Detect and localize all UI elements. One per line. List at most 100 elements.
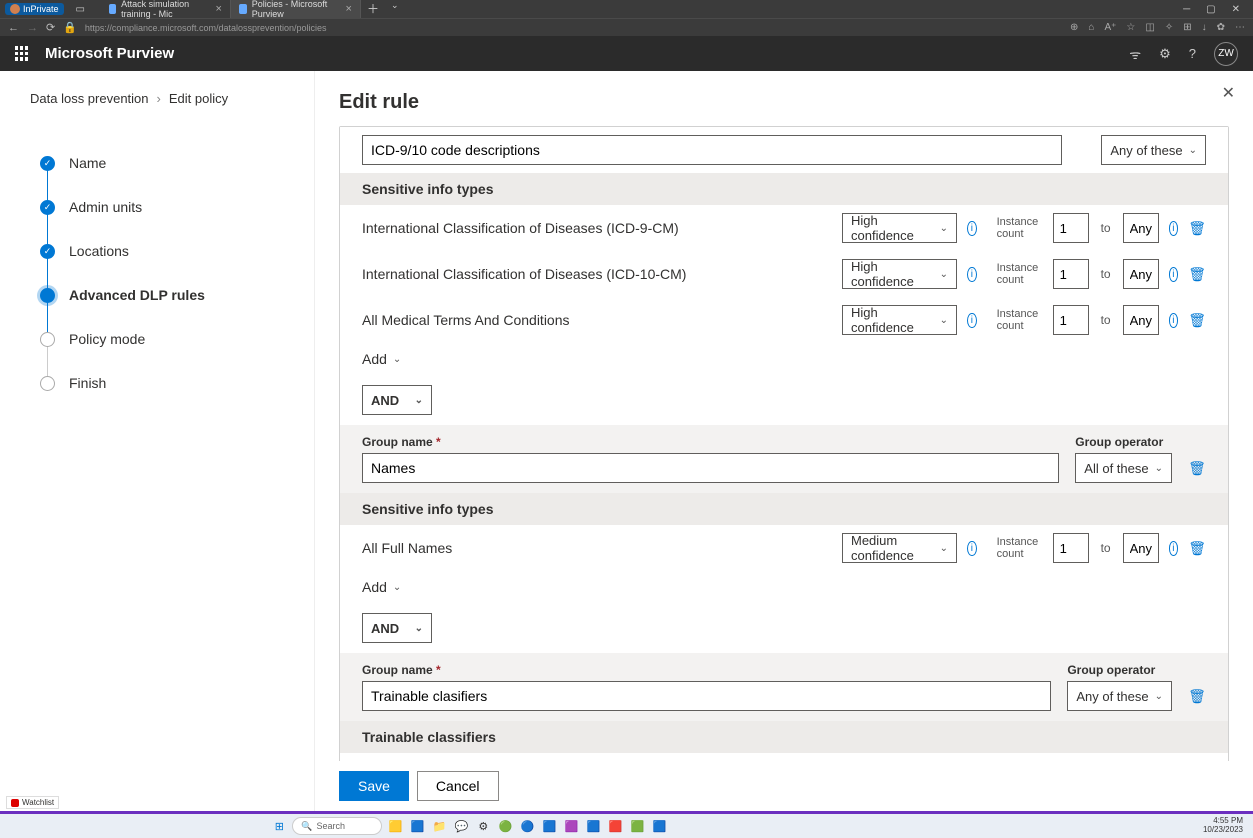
back-icon[interactable]: ← — [8, 22, 19, 34]
delete-group-icon[interactable]: 🗑 — [1188, 460, 1206, 477]
group-operator-dropdown[interactable]: Any of these⌄ — [1101, 135, 1206, 165]
instance-from-input[interactable] — [1053, 259, 1089, 289]
step-advanced-dlp-rules[interactable]: Advanced DLP rules — [40, 273, 284, 317]
help-icon[interactable]: ? — [1189, 46, 1196, 61]
info-icon[interactable]: i — [1169, 313, 1179, 328]
start-icon[interactable]: ⊞ — [270, 817, 288, 835]
step-admin-units[interactable]: Admin units — [40, 185, 284, 229]
edge-icon[interactable]: 🟢 — [496, 817, 514, 835]
hub-icon[interactable]: ✿ — [1217, 22, 1225, 33]
maximize-icon[interactable]: ▢ — [1198, 4, 1223, 15]
tab-switcher-icon[interactable]: ▭ — [70, 4, 91, 15]
delete-group-icon[interactable]: 🗑 — [1188, 688, 1206, 705]
delete-icon[interactable]: 🗑 — [1188, 540, 1206, 557]
outlook-icon[interactable]: 🟦 — [540, 817, 558, 835]
logic-operator-dropdown[interactable]: AND⌄ — [362, 385, 432, 415]
sit-name: All Full Names — [362, 540, 832, 556]
app-icon[interactable]: 🟦 — [408, 817, 426, 835]
info-icon[interactable]: i — [967, 267, 977, 282]
breadcrumb-item[interactable]: Data loss prevention — [30, 91, 149, 106]
watchlist-widget[interactable]: Watchlist — [6, 796, 59, 809]
instance-to-input[interactable] — [1123, 213, 1159, 243]
settings-icon[interactable]: ⚙ — [1159, 46, 1171, 62]
delete-icon[interactable]: 🗑 — [1188, 312, 1206, 329]
confidence-dropdown[interactable]: Medium confidence⌄ — [842, 533, 957, 563]
browser-tab[interactable]: Attack simulation training - Mic × — [101, 0, 231, 18]
word-icon[interactable]: 🟦 — [584, 817, 602, 835]
refresh-icon[interactable]: ⟳ — [46, 21, 55, 34]
excel-icon[interactable]: 🟩 — [628, 817, 646, 835]
app-icon[interactable]: 🟥 — [606, 817, 624, 835]
product-title: Microsoft Purview — [45, 45, 174, 62]
news-icon[interactable]: 🟨 — [386, 817, 404, 835]
save-button[interactable]: Save — [339, 771, 409, 801]
step-name[interactable]: Name — [40, 141, 284, 185]
new-tab-button[interactable]: ＋ — [361, 0, 385, 18]
close-window-icon[interactable]: ✕ — [1224, 4, 1248, 15]
confidence-dropdown[interactable]: High confidence⌄ — [842, 305, 957, 335]
group-operator-dropdown[interactable]: Any of these⌄ — [1067, 681, 1172, 711]
close-panel-icon[interactable]: ✕ — [1222, 83, 1235, 103]
group-name-input[interactable] — [362, 453, 1059, 483]
app-icon[interactable]: 🟦 — [650, 817, 668, 835]
shield-icon — [239, 4, 247, 14]
delete-icon[interactable]: 🗑 — [1188, 266, 1206, 283]
to-label: to — [1099, 221, 1113, 235]
favorite-icon[interactable]: ☆ — [1126, 22, 1135, 33]
instance-from-input[interactable] — [1053, 305, 1089, 335]
more-icon[interactable]: ⋯ — [1235, 22, 1245, 33]
delete-icon[interactable]: 🗑 — [1188, 220, 1206, 237]
taskbar-search[interactable]: 🔍Search — [292, 817, 382, 835]
zoom-icon[interactable]: ⊕ — [1070, 22, 1078, 33]
inprivate-badge: InPrivate — [5, 3, 64, 15]
step-finish[interactable]: Finish — [40, 361, 284, 405]
minimize-icon[interactable]: ─ — [1175, 4, 1198, 15]
step-locations[interactable]: Locations — [40, 229, 284, 273]
settings-icon[interactable]: ⚙ — [474, 817, 492, 835]
sit-row: International Classification of Diseases… — [340, 205, 1228, 251]
info-icon[interactable]: i — [967, 313, 977, 328]
explorer-icon[interactable]: 📁 — [430, 817, 448, 835]
group-operator-dropdown[interactable]: All of these⌄ — [1075, 453, 1172, 483]
info-icon[interactable]: i — [1169, 221, 1179, 236]
add-button[interactable]: Add⌄ — [340, 343, 1228, 375]
confidence-dropdown[interactable]: High confidence⌄ — [842, 213, 957, 243]
browser-tab[interactable]: Policies - Microsoft Purview × — [231, 0, 361, 18]
reader-icon[interactable]: A⁺ — [1104, 22, 1116, 33]
instance-to-input[interactable] — [1123, 305, 1159, 335]
app-launcher-icon[interactable] — [15, 46, 30, 61]
info-icon[interactable]: i — [967, 541, 977, 556]
instance-from-input[interactable] — [1053, 533, 1089, 563]
home-icon[interactable]: ⌂ — [1088, 22, 1094, 33]
panel-title: Edit rule — [315, 71, 1253, 126]
info-icon[interactable]: i — [1169, 267, 1179, 282]
download-icon[interactable]: ↓ — [1202, 22, 1207, 33]
close-icon[interactable]: × — [346, 3, 352, 15]
info-icon[interactable]: i — [1169, 541, 1179, 556]
instance-to-input[interactable] — [1123, 533, 1159, 563]
extension-icon[interactable]: ⊞ — [1183, 22, 1191, 33]
teams-icon[interactable]: 🟪 — [562, 817, 580, 835]
info-icon[interactable]: i — [967, 221, 977, 236]
tab-menu[interactable]: ⌄ — [385, 0, 405, 18]
group-name-input[interactable] — [362, 681, 1051, 711]
instance-to-input[interactable] — [1123, 259, 1159, 289]
instance-from-input[interactable] — [1053, 213, 1089, 243]
system-clock[interactable]: 4:55 PM 10/23/2023 — [1203, 817, 1247, 835]
cancel-button[interactable]: Cancel — [417, 771, 499, 801]
logic-operator-dropdown[interactable]: AND⌄ — [362, 613, 432, 643]
chevron-down-icon: ⌄ — [1155, 691, 1163, 702]
group-name-input[interactable] — [362, 135, 1062, 165]
chrome-icon[interactable]: 🔵 — [518, 817, 536, 835]
collections-icon[interactable]: ✧ — [1165, 22, 1173, 33]
add-button[interactable]: Add⌄ — [340, 571, 1228, 603]
split-icon[interactable]: ◫ — [1145, 22, 1154, 33]
confidence-dropdown[interactable]: High confidence⌄ — [842, 259, 957, 289]
address-bar[interactable]: https://compliance.microsoft.com/datalos… — [85, 23, 1062, 33]
avatar[interactable]: ZW — [1214, 42, 1238, 66]
chevron-down-icon: ⌄ — [940, 223, 948, 234]
close-icon[interactable]: × — [216, 3, 222, 15]
step-policy-mode[interactable]: Policy mode — [40, 317, 284, 361]
diagnostics-icon[interactable]: ᯤ — [1129, 45, 1141, 63]
chat-icon[interactable]: 💬 — [452, 817, 470, 835]
